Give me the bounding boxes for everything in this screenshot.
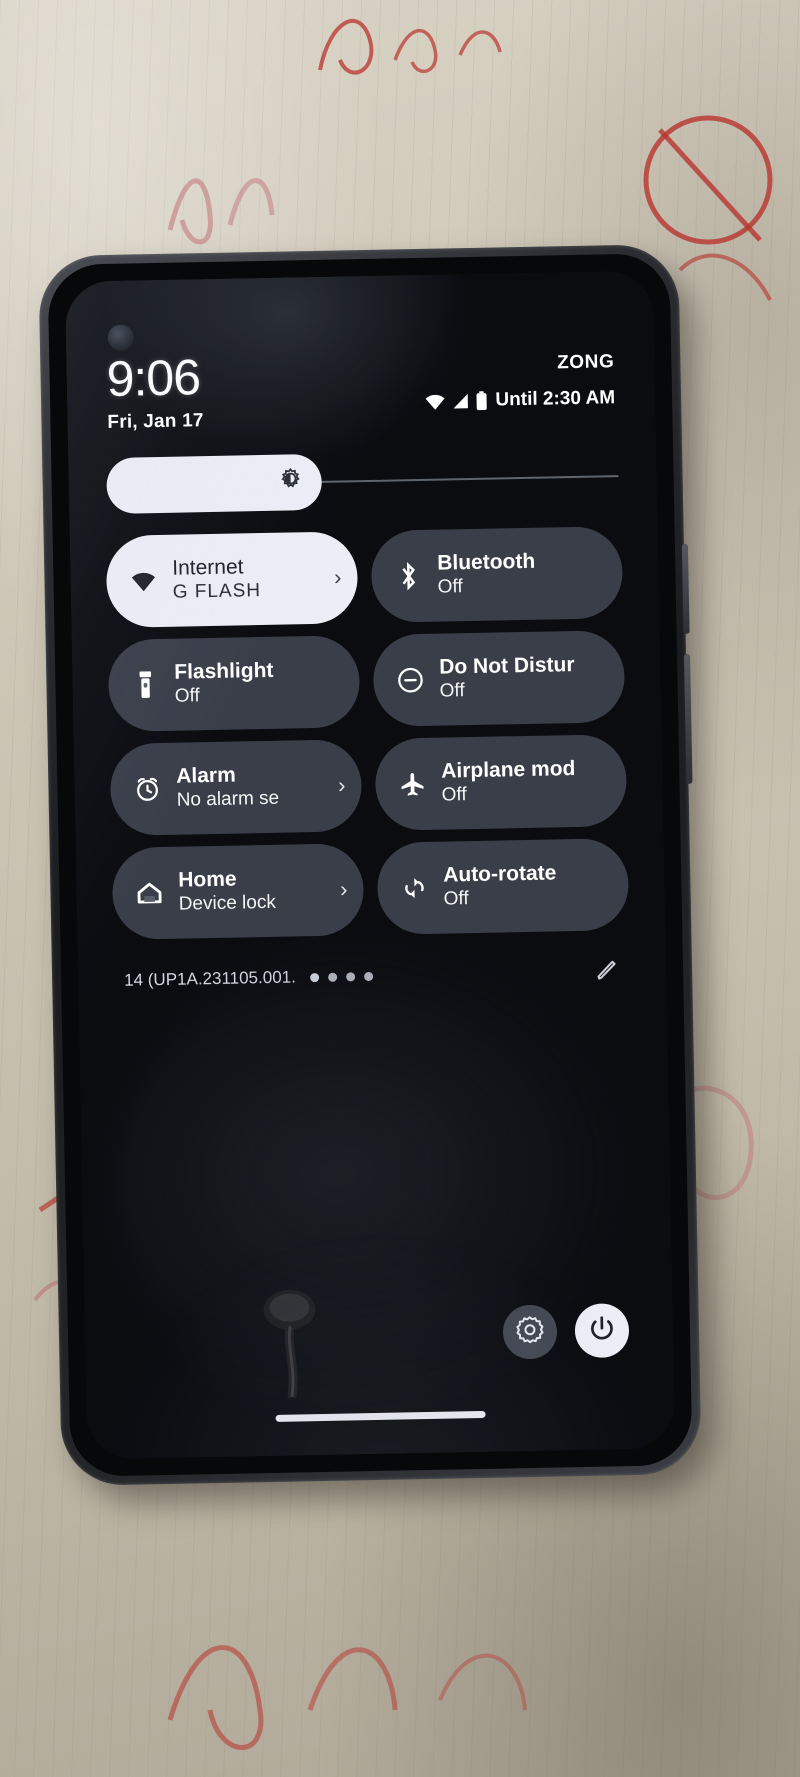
- tile-subtitle: Off: [441, 783, 467, 806]
- bluetooth-icon: [391, 560, 426, 591]
- tile-title: Alarm: [176, 763, 236, 788]
- tile-home[interactable]: Home Device lock ›: [111, 842, 365, 940]
- home-icon: [132, 878, 167, 907]
- tile-title: Home: [178, 867, 237, 892]
- phone-screen: 9:06 Fri, Jan 17 ZONG Until 2:30 AM Inte…: [64, 270, 676, 1460]
- tile-subtitle: Device lock: [178, 891, 277, 915]
- phone-device: 9:06 Fri, Jan 17 ZONG Until 2:30 AM Inte…: [38, 243, 717, 1504]
- clock-block: 9:06 Fri, Jan 17: [106, 349, 204, 433]
- tile-airplane-text: Airplane mod Off: [441, 756, 611, 807]
- brightness-icon: [277, 466, 304, 497]
- phone-bezel: 9:06 Fri, Jan 17 ZONG Until 2:30 AM Inte…: [47, 253, 693, 1477]
- tile-airplane-mode[interactable]: Airplane mod Off: [374, 733, 628, 831]
- page-indicator-dots[interactable]: [309, 971, 373, 982]
- cable-on-screen: [263, 1289, 316, 1399]
- tile-dnd-text: Do Not Distur Off: [439, 652, 609, 703]
- tile-auto-rotate[interactable]: Auto-rotate Off: [376, 837, 630, 935]
- tile-internet-text: Internet G FLASH: [172, 553, 319, 604]
- do-not-disturb-icon: [393, 665, 428, 694]
- gear-icon: [515, 1314, 546, 1350]
- tile-title: Flashlight: [174, 658, 274, 684]
- flashlight-icon: [128, 669, 163, 700]
- airplane-icon: [395, 769, 430, 798]
- brightness-fill[interactable]: [106, 453, 323, 514]
- status-right-block: ZONG Until 2:30 AM: [423, 343, 615, 413]
- battery-icon: [475, 391, 488, 411]
- status-row: 9:06 Fri, Jan 17 ZONG Until 2:30 AM: [96, 343, 625, 434]
- chevron-right-icon[interactable]: ›: [330, 564, 342, 590]
- tile-title: Airplane mod: [440, 756, 576, 783]
- tile-title: Bluetooth: [436, 549, 536, 575]
- quick-settings-panel: 9:06 Fri, Jan 17 ZONG Until 2:30 AM Inte…: [65, 270, 676, 1459]
- page-dot-active[interactable]: [309, 972, 319, 982]
- tile-alarm[interactable]: Alarm No alarm se ›: [109, 738, 363, 836]
- tile-subtitle: G FLASH: [172, 579, 262, 603]
- tile-title: Do Not Distur: [438, 652, 575, 679]
- battery-status-text: Until 2:30 AM: [495, 387, 616, 411]
- tile-subtitle: Off: [174, 684, 200, 707]
- chevron-right-icon[interactable]: ›: [336, 876, 348, 902]
- tile-title: Auto-rotate: [442, 860, 557, 887]
- page-dot[interactable]: [363, 971, 373, 981]
- chevron-right-icon[interactable]: ›: [334, 772, 346, 798]
- bottom-control-row: [502, 1303, 630, 1360]
- quick-settings-footer: 14 (UP1A.231105.001.: [107, 929, 636, 996]
- wifi-icon: [126, 569, 160, 592]
- status-date: Fri, Jan 17: [107, 409, 204, 433]
- brightness-slider[interactable]: [106, 448, 619, 514]
- tile-alarm-text: Alarm No alarm se: [176, 761, 323, 812]
- build-version-label: 14 (UP1A.231105.001.: [123, 967, 297, 990]
- status-clock: 9:06: [106, 349, 201, 407]
- quick-settings-tiles: Internet G FLASH › Bluetooth Off Flashli…: [100, 525, 636, 940]
- tile-do-not-disturb[interactable]: Do Not Distur Off: [372, 629, 626, 727]
- tile-auto-rotate-text: Auto-rotate Off: [443, 860, 613, 911]
- power-icon: [588, 1314, 617, 1348]
- tile-subtitle: Off: [437, 575, 463, 598]
- tile-subtitle: No alarm se: [176, 787, 280, 811]
- tile-title: Internet: [172, 554, 244, 580]
- tile-bluetooth-text: Bluetooth Off: [437, 548, 607, 599]
- cellular-signal-icon: [451, 392, 470, 410]
- settings-button[interactable]: [502, 1304, 558, 1360]
- tile-home-text: Home Device lock: [178, 865, 325, 916]
- page-dot[interactable]: [327, 972, 337, 982]
- carrier-label: ZONG: [556, 351, 615, 374]
- tile-flashlight-text: Flashlight Off: [174, 657, 344, 708]
- tile-bluetooth[interactable]: Bluetooth Off: [370, 525, 624, 623]
- auto-rotate-icon: [397, 873, 432, 902]
- tile-subtitle: Off: [439, 679, 465, 702]
- power-button[interactable]: [574, 1303, 630, 1359]
- pencil-edit-icon[interactable]: [594, 956, 621, 987]
- tile-flashlight[interactable]: Flashlight Off: [107, 634, 361, 732]
- wifi-icon: [424, 392, 446, 410]
- status-icon-row: Until 2:30 AM: [424, 387, 615, 413]
- tile-subtitle: Off: [443, 887, 469, 910]
- alarm-clock-icon: [130, 774, 165, 803]
- phone-frame: 9:06 Fri, Jan 17 ZONG Until 2:30 AM Inte…: [38, 243, 702, 1487]
- page-dot[interactable]: [345, 971, 355, 981]
- tile-internet[interactable]: Internet G FLASH ›: [105, 530, 359, 628]
